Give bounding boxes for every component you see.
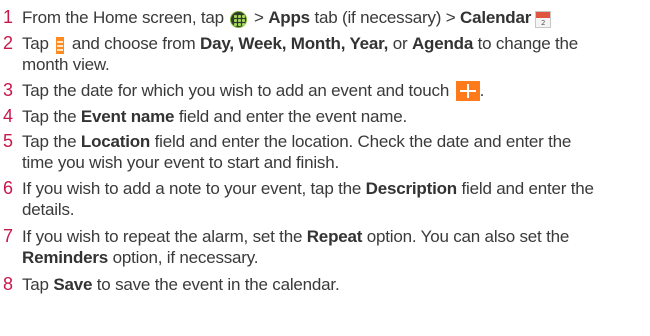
calendar-app-icon: 2	[535, 11, 552, 28]
view-options-label: Day, Week, Month, Year,	[200, 34, 389, 53]
step-text: Tap and choose from Day, Week, Month, Ye…	[22, 33, 642, 75]
reminders-label: Reminders	[22, 248, 109, 267]
text-run: to save the event in the calendar.	[92, 275, 340, 294]
repeat-label: Repeat	[306, 227, 363, 246]
text-run: field and enter the event name.	[174, 107, 408, 126]
text-run: .	[479, 81, 485, 100]
text-run: field and enter the	[456, 179, 595, 198]
text-run: Tap the date for which you wish to add a…	[22, 81, 454, 100]
calendar-label: Calendar	[460, 8, 532, 27]
text-run: Tap	[22, 275, 54, 294]
location-label: Location	[80, 132, 151, 151]
step-text: From the Home screen, tap > Apps tab (if…	[22, 7, 642, 28]
step-text: Tap the Event name field and enter the e…	[22, 106, 642, 127]
text-run: or	[388, 34, 412, 53]
step-text: Tap Save to save the event in the calend…	[22, 274, 642, 295]
save-label: Save	[53, 275, 93, 294]
step-text: Tap the date for which you wish to add a…	[22, 80, 642, 101]
text-run: Tap the	[22, 107, 81, 126]
text-run: field and enter the location. Check the …	[150, 132, 572, 151]
event-name-label: Event name	[80, 107, 175, 126]
text-run: option, if necessary.	[108, 248, 259, 267]
step-number: 1	[3, 7, 13, 27]
step-text: If you wish to add a note to your event,…	[22, 178, 642, 220]
text-run: >	[249, 8, 269, 27]
text-run: time you wish your event to start and fi…	[22, 153, 339, 172]
step-number: 5	[3, 131, 13, 151]
text-run: tab (if necessary) >	[309, 8, 460, 27]
text-run: From the Home screen, tap	[22, 8, 229, 27]
step-number: 8	[3, 274, 13, 294]
step-number: 4	[3, 106, 13, 126]
text-run: and choose from	[67, 34, 201, 53]
add-event-icon	[455, 81, 480, 101]
text-run: If you wish to repeat the alarm, set the	[22, 227, 307, 246]
description-label: Description	[365, 179, 458, 198]
step-number: 6	[3, 178, 13, 198]
text-run: Tap the	[22, 132, 81, 151]
step-number: 2	[3, 33, 13, 53]
text-run: option. You can also set the	[362, 227, 570, 246]
apps-tab-label: Apps	[268, 8, 310, 27]
agenda-label: Agenda	[411, 34, 474, 53]
step-number: 7	[3, 226, 13, 246]
text-run: If you wish to add a note to your event,…	[22, 179, 366, 198]
text-run: month view.	[22, 55, 110, 74]
text-run: Tap	[22, 34, 54, 53]
apps-grid-icon	[230, 11, 248, 28]
step-number: 3	[3, 80, 13, 100]
step-text: Tap the Location field and enter the loc…	[22, 131, 642, 173]
text-run: to change the	[473, 34, 579, 53]
menu-icon	[56, 37, 65, 54]
step-text: If you wish to repeat the alarm, set the…	[22, 226, 642, 268]
text-run: details.	[22, 200, 75, 219]
